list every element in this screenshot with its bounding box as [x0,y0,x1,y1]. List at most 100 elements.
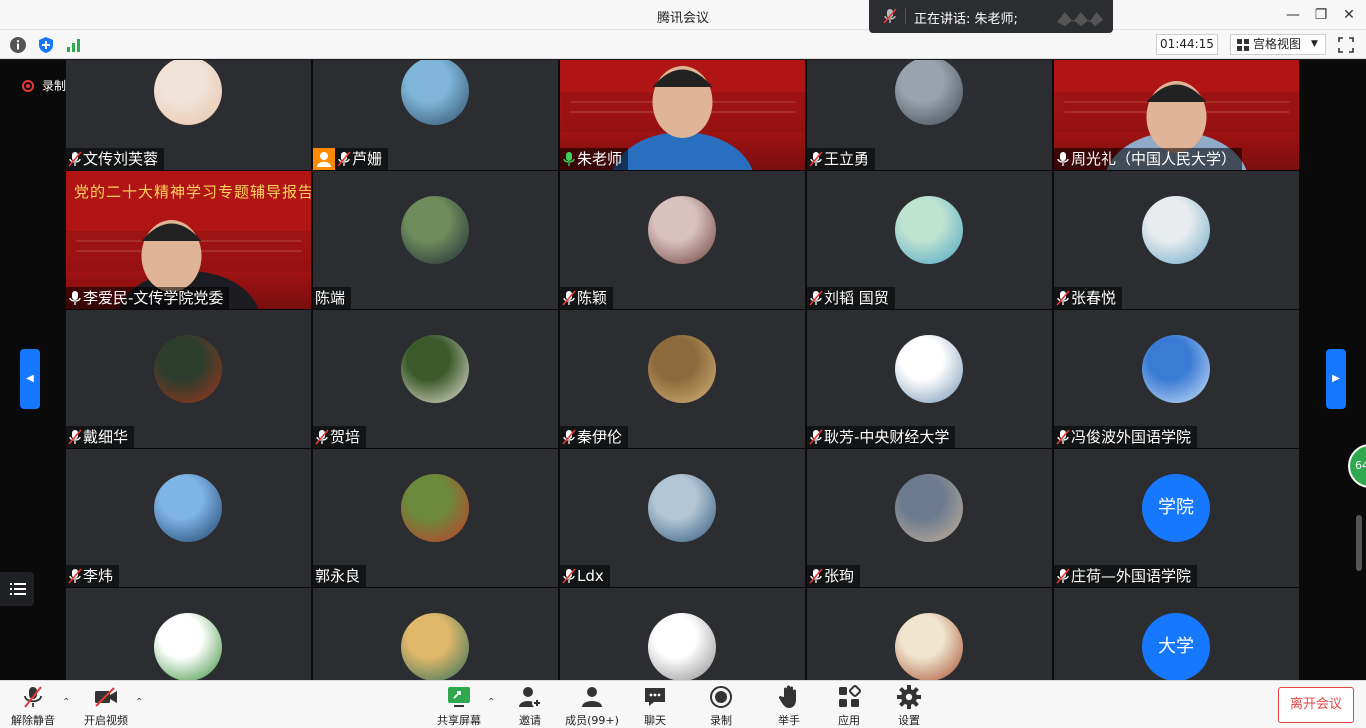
avatar [648,196,716,264]
participant-name-tag: 张春悦 [1054,287,1123,309]
participant-name: 张春悦 [1071,289,1117,307]
participant-tile[interactable]: 陈端 [313,171,558,309]
mic-icon [562,151,576,167]
prev-page-button[interactable]: ◀ [20,349,40,409]
participant-tile[interactable] [313,588,558,680]
avatar [895,335,963,403]
participant-tile[interactable]: 李炜 [66,449,311,587]
window-title: 腾讯会议 [656,11,709,26]
members-label: 成员(99+) [565,714,619,727]
participant-name: 陈端 [315,289,346,307]
scrollbar[interactable] [1356,515,1362,571]
participant-tile[interactable]: 戴细华 [66,310,311,448]
avatar [648,335,716,403]
mic-muted-icon [1056,290,1070,306]
unmute-button[interactable]: 解除静音 [8,684,58,728]
participant-name-tag: 贺培 [313,426,367,448]
participant-tile[interactable]: 王立勇 [807,60,1052,170]
fullscreen-icon[interactable] [1337,36,1355,54]
participant-tile[interactable]: 党的二十大精神学习专题辅导报告会 李爱民-文传学院党委 [66,171,311,309]
avatar [401,196,469,264]
video-options-chevron[interactable]: ⌃ [135,697,143,708]
settings-button[interactable]: 设置 [892,684,926,728]
leave-meeting-button[interactable]: 离开会议 [1278,687,1354,723]
participant-tile[interactable] [560,588,805,680]
next-page-button[interactable]: ▶ [1326,349,1346,409]
mic-muted-icon [1056,568,1070,584]
list-icon [10,583,26,595]
participant-name: 庄荷—外国语学院 [1071,567,1192,585]
participant-tile[interactable]: 学院庄荷—外国语学院 [1054,449,1299,587]
signal-strength-icon[interactable] [65,36,83,54]
avatar [895,196,963,264]
participant-name-tag: 郭永良 [313,565,367,587]
host-icon [313,148,335,170]
participant-tile[interactable]: 冯俊波外国语学院 [1054,310,1299,448]
view-mode-dropdown[interactable]: 宫格视图 ▼ [1230,34,1326,55]
participant-name: 贺培 [330,428,361,446]
restore-button[interactable]: ❐ [1312,6,1330,24]
avatar [154,60,222,125]
participant-name: 刘韬 国贸 [824,289,889,307]
security-shield-icon[interactable] [37,36,55,54]
participant-name-tag: 陈颖 [560,287,614,309]
avatar [895,60,963,125]
raise-hand-button[interactable]: 举手 [772,684,806,728]
participant-tile[interactable]: 耿芳-中央财经大学 [807,310,1052,448]
tencent-logo-icon [1057,12,1103,26]
record-button[interactable]: 录制 [704,684,738,728]
record-icon [710,686,732,708]
video-stage: 录制中 ◀ ▶ 64 文传刘芙蓉 芦姗 朱老师 王立勇 周光礼（中国人民大学） 党的二十大… [0,60,1366,680]
members-button[interactable]: 成员(99+) [562,684,622,728]
participant-tile[interactable] [807,588,1052,680]
participant-name-tag: 芦姗 [313,148,389,170]
add-user-icon [519,687,542,708]
close-button[interactable]: ✕ [1340,6,1358,24]
mic-muted-icon [562,290,576,306]
participant-name: 周光礼（中国人民大学） [1071,150,1237,168]
apps-button[interactable]: 应用 [832,684,866,728]
participant-tile[interactable]: 文传刘芙蓉 [66,60,311,170]
minimize-button[interactable]: — [1284,6,1302,24]
participant-name: 朱老师 [577,150,623,168]
avatar [401,613,469,680]
participant-name-tag: 刘韬 国贸 [807,287,895,309]
participant-tile[interactable] [66,588,311,680]
participant-list-toggle[interactable] [0,572,34,606]
participant-tile[interactable]: 陈颖 [560,171,805,309]
invite-button[interactable]: 邀请 [512,684,548,728]
participant-tile[interactable]: 朱老师 [560,60,805,170]
participant-name: 李炜 [83,567,114,585]
chat-label: 聊天 [644,714,666,727]
participant-name: 陈颖 [577,289,608,307]
start-video-button[interactable]: 开启视频 [80,684,132,728]
participant-tile[interactable]: 周光礼（中国人民大学） [1054,60,1299,170]
participant-name-tag: 李炜 [66,565,120,587]
avatar [401,60,469,125]
participant-name-tag: 王立勇 [807,148,876,170]
participant-tile[interactable]: 芦姗 [313,60,558,170]
page-count-badge[interactable]: 64 [1348,444,1366,488]
participant-tile[interactable]: Ldx [560,449,805,587]
participant-tile[interactable]: 张珣 [807,449,1052,587]
participant-tile[interactable]: 刘韬 国贸 [807,171,1052,309]
participant-tile[interactable]: 张春悦 [1054,171,1299,309]
chat-button[interactable]: 聊天 [638,684,672,728]
participant-tile[interactable]: 秦伊伦 [560,310,805,448]
share-options-chevron[interactable]: ⌃ [487,697,495,708]
audio-options-chevron[interactable]: ⌃ [62,697,70,708]
speaking-text: 正在讲话: 朱老师; [914,12,1018,27]
mic-muted-icon [337,151,351,167]
participant-tile[interactable]: 贺培 [313,310,558,448]
info-icon[interactable] [9,36,27,54]
participant-tile[interactable]: 大学 [1054,588,1299,680]
avatar [154,474,222,542]
participant-name-tag: 朱老师 [560,148,629,170]
mic-muted-icon [809,151,823,167]
participant-name: 芦姗 [352,150,383,168]
avatar [401,335,469,403]
share-screen-button[interactable]: 共享屏幕 [434,684,484,728]
share-screen-icon [448,687,470,707]
participant-tile[interactable]: 郭永良 [313,449,558,587]
avatar: 学院 [1142,474,1210,542]
